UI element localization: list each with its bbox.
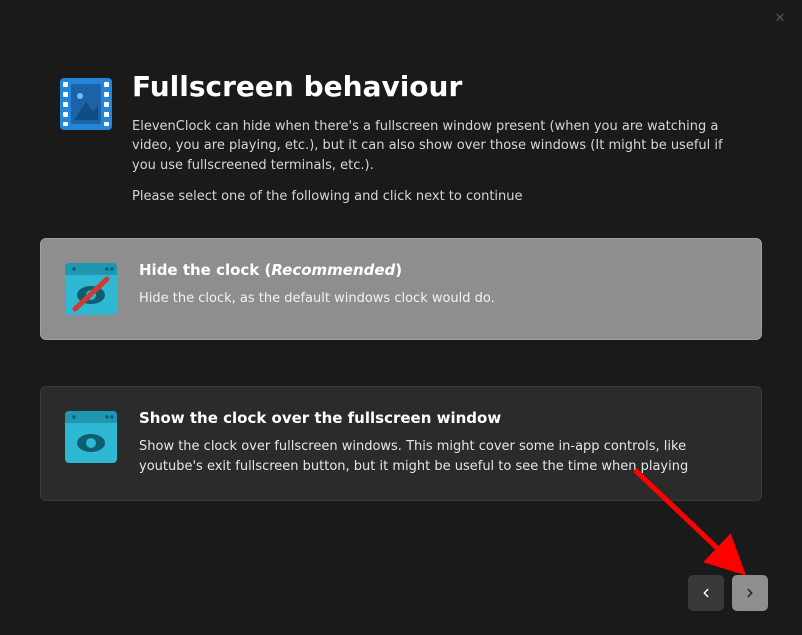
option-title-suffix: )	[395, 261, 402, 279]
option-show-clock[interactable]: Show the clock over the fullscreen windo…	[40, 386, 762, 501]
chevron-right-icon	[743, 586, 757, 600]
recommended-label: Recommended	[271, 261, 395, 279]
page-description: ElevenClock can hide when there's a full…	[132, 117, 742, 176]
options-list: Hide the clock (Recommended) Hide the cl…	[0, 204, 802, 501]
option-hide-clock[interactable]: Hide the clock (Recommended) Hide the cl…	[40, 238, 762, 340]
show-clock-icon	[65, 411, 117, 463]
option-title: Show the clock over the fullscreen windo…	[139, 409, 737, 427]
wizard-nav	[688, 575, 768, 611]
hide-clock-icon	[65, 263, 117, 315]
next-button[interactable]	[732, 575, 768, 611]
content-area: Fullscreen behaviour ElevenClock can hid…	[0, 0, 802, 635]
option-description: Show the clock over fullscreen windows. …	[139, 437, 699, 476]
wizard-window: ✕	[0, 0, 802, 635]
option-text: Hide the clock (Recommended) Hide the cl…	[139, 261, 737, 309]
option-title-prefix: Hide the clock (	[139, 261, 271, 279]
header-text: Fullscreen behaviour ElevenClock can hid…	[132, 72, 756, 204]
page-instruction: Please select one of the following and c…	[132, 189, 756, 204]
option-text: Show the clock over the fullscreen windo…	[139, 409, 737, 476]
option-title: Hide the clock (Recommended)	[139, 261, 737, 279]
app-icon	[60, 78, 112, 130]
option-description: Hide the clock, as the default windows c…	[139, 289, 699, 309]
header: Fullscreen behaviour ElevenClock can hid…	[0, 0, 802, 204]
chevron-left-icon	[699, 586, 713, 600]
page-title: Fullscreen behaviour	[132, 72, 756, 103]
back-button[interactable]	[688, 575, 724, 611]
